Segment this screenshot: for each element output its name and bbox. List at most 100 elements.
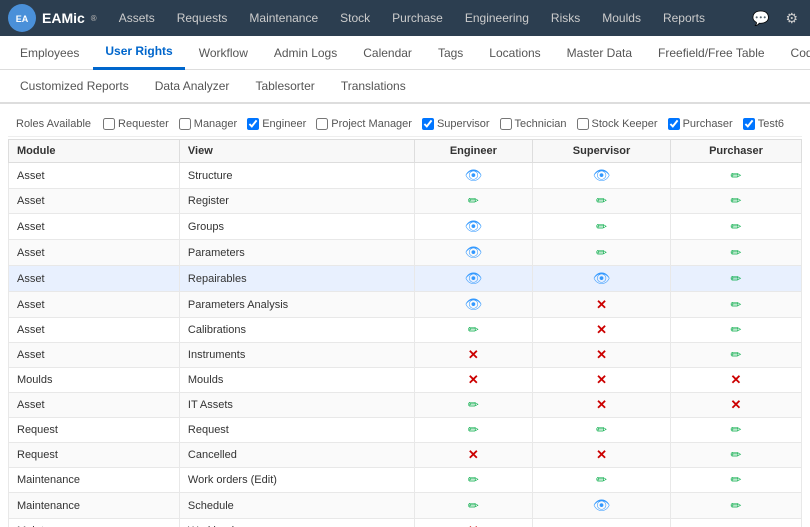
role-stock-keeper[interactable]: Stock Keeper: [577, 118, 658, 130]
cell-module: Request: [9, 418, 180, 443]
pencil-icon[interactable]: ✏: [596, 472, 607, 487]
role-manager[interactable]: Manager: [179, 118, 237, 130]
logo[interactable]: EA EAMic®: [8, 4, 97, 32]
cross-icon[interactable]: ✕: [731, 372, 742, 387]
eye-icon[interactable]: 👁: [464, 244, 482, 260]
roles-label: Roles Available: [16, 118, 91, 130]
role-project-manager[interactable]: Project Manager: [316, 118, 412, 130]
nav-purchase[interactable]: Purchase: [382, 5, 453, 31]
pencil-icon[interactable]: ✏: [731, 322, 742, 337]
pencil-icon[interactable]: ✏: [596, 245, 607, 260]
role-engineer[interactable]: Engineer: [247, 118, 306, 130]
eye-icon[interactable]: 👁: [464, 296, 482, 312]
subnav-tablesorter[interactable]: Tablesorter: [243, 71, 326, 101]
eye-icon[interactable]: 👁: [464, 218, 482, 234]
cell-engineer: 👁: [414, 292, 533, 318]
role-supervisor-checkbox[interactable]: [422, 118, 434, 130]
cross-icon[interactable]: ✕: [596, 447, 607, 462]
cell-supervisor: ✕: [533, 318, 671, 343]
role-purchaser-checkbox[interactable]: [668, 118, 680, 130]
eye-icon[interactable]: 👁: [593, 167, 611, 183]
pencil-icon[interactable]: ✏: [731, 297, 742, 312]
pencil-icon[interactable]: ✏: [731, 447, 742, 462]
eye-icon[interactable]: 👁: [464, 270, 482, 286]
eye-icon[interactable]: 👁: [593, 270, 611, 286]
cross-icon[interactable]: ✕: [596, 297, 607, 312]
role-technician-checkbox[interactable]: [500, 118, 512, 130]
nav-requests[interactable]: Requests: [167, 5, 238, 31]
pencil-icon[interactable]: ✏: [731, 523, 742, 527]
role-purchaser[interactable]: Purchaser: [668, 118, 733, 130]
cross-icon[interactable]: ✕: [468, 523, 479, 527]
pencil-icon[interactable]: ✏: [468, 422, 479, 437]
nav-moulds[interactable]: Moulds: [592, 5, 651, 31]
tab-user-rights[interactable]: User Rights: [93, 36, 184, 70]
pencil-icon[interactable]: ✏: [731, 422, 742, 437]
role-test6[interactable]: Test6: [743, 118, 784, 130]
tab-calendar[interactable]: Calendar: [351, 36, 424, 70]
pencil-icon[interactable]: ✏: [468, 322, 479, 337]
cross-icon[interactable]: ✕: [731, 397, 742, 412]
pencil-icon[interactable]: ✏: [731, 193, 742, 208]
role-requester-label: Requester: [118, 118, 169, 130]
cross-icon[interactable]: ✕: [596, 372, 607, 387]
pencil-icon[interactable]: ✏: [596, 422, 607, 437]
pencil-icon[interactable]: ✏: [468, 472, 479, 487]
role-stock-keeper-checkbox[interactable]: [577, 118, 589, 130]
cross-icon[interactable]: ✕: [468, 447, 479, 462]
role-requester-checkbox[interactable]: [103, 118, 115, 130]
tab-master-data[interactable]: Master Data: [555, 36, 644, 70]
cell-purchaser: ✏: [670, 214, 801, 240]
cross-icon[interactable]: ✕: [468, 347, 479, 362]
svg-text:EA: EA: [16, 14, 29, 24]
role-technician[interactable]: Technician: [500, 118, 567, 130]
cross-icon[interactable]: ✕: [596, 322, 607, 337]
tab-freefield[interactable]: Freefield/Free Table: [646, 36, 777, 70]
cell-supervisor: ✕: [533, 292, 671, 318]
pencil-icon[interactable]: ✏: [731, 347, 742, 362]
nav-risks[interactable]: Risks: [541, 5, 590, 31]
subnav-translations[interactable]: Translations: [329, 71, 418, 101]
pencil-icon[interactable]: ✏: [731, 245, 742, 260]
nav-engineering[interactable]: Engineering: [455, 5, 539, 31]
pencil-icon[interactable]: ✏: [731, 219, 742, 234]
tab-locations[interactable]: Locations: [477, 36, 552, 70]
role-supervisor[interactable]: Supervisor: [422, 118, 490, 130]
subnav-data-analyzer[interactable]: Data Analyzer: [143, 71, 242, 101]
tab-admin-logs[interactable]: Admin Logs: [262, 36, 349, 70]
pencil-icon[interactable]: ✏: [731, 271, 742, 286]
role-requester[interactable]: Requester: [103, 118, 169, 130]
pencil-icon[interactable]: ✏: [468, 193, 479, 208]
tab-code[interactable]: Code: [779, 36, 810, 70]
pencil-icon[interactable]: ✏: [468, 498, 479, 513]
eye-icon[interactable]: 👁: [464, 167, 482, 183]
pencil-icon[interactable]: ✏: [731, 472, 742, 487]
tab-workflow[interactable]: Workflow: [187, 36, 260, 70]
nav-stock[interactable]: Stock: [330, 5, 380, 31]
pencil-icon[interactable]: ✏: [596, 193, 607, 208]
pencil-icon[interactable]: ✏: [731, 168, 742, 183]
cell-module: Asset: [9, 343, 180, 368]
cross-icon[interactable]: ✕: [596, 347, 607, 362]
role-engineer-checkbox[interactable]: [247, 118, 259, 130]
subnav-customized-reports[interactable]: Customized Reports: [8, 71, 141, 101]
cross-icon[interactable]: ✕: [596, 397, 607, 412]
nav-assets[interactable]: Assets: [109, 5, 165, 31]
role-test6-label: Test6: [758, 118, 784, 130]
pencil-icon[interactable]: ✏: [731, 498, 742, 513]
nav-reports[interactable]: Reports: [653, 5, 715, 31]
pencil-icon[interactable]: ✏: [596, 219, 607, 234]
role-manager-checkbox[interactable]: [179, 118, 191, 130]
pencil-icon[interactable]: ✏: [468, 397, 479, 412]
tab-employees[interactable]: Employees: [8, 36, 91, 70]
role-test6-checkbox[interactable]: [743, 118, 755, 130]
settings-icon[interactable]: ⚙: [781, 6, 802, 31]
pencil-icon[interactable]: ✏: [596, 523, 607, 527]
chat-icon[interactable]: 💬: [748, 6, 773, 31]
tab-tags[interactable]: Tags: [426, 36, 475, 70]
role-project-manager-checkbox[interactable]: [316, 118, 328, 130]
cross-icon[interactable]: ✕: [468, 372, 479, 387]
cell-module: Maintenance: [9, 468, 180, 493]
eye-icon[interactable]: 👁: [593, 497, 611, 513]
nav-maintenance[interactable]: Maintenance: [239, 5, 328, 31]
